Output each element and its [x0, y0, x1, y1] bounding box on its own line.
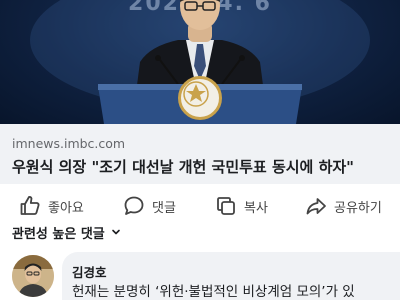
like-button[interactable]: 좋아요	[18, 186, 84, 226]
comment-sort-label: 관련성 높은 댓글	[12, 226, 105, 242]
avatar[interactable]	[12, 255, 54, 297]
comment-sort-dropdown[interactable]: 관련성 높은 댓글	[12, 222, 121, 242]
post-action-bar: 좋아요 댓글 복사 공유하기	[0, 186, 400, 226]
share-button[interactable]: 공유하기	[304, 186, 382, 226]
chevron-down-icon	[111, 229, 120, 235]
link-preview[interactable]: imnews.imbc.com 우원식 의장 "조기 대선날 개헌 국민투표 동…	[0, 124, 400, 184]
comment-bubble: 김경호 헌재는 분명히 ‘위헌·불법적인 비상계엄 모의’가 있	[62, 252, 400, 300]
share-label: 공유하기	[334, 200, 382, 216]
copy-label: 복사	[244, 200, 268, 216]
thumbs-up-icon	[20, 196, 40, 215]
copy-icon	[217, 197, 235, 215]
link-domain: imnews.imbc.com	[12, 136, 126, 151]
comment-label: 댓글	[152, 200, 176, 216]
national-assembly-seal-icon	[178, 76, 222, 120]
copy-button[interactable]: 복사	[214, 186, 268, 226]
comment-button[interactable]: 댓글	[122, 186, 176, 226]
comment-text: 헌재는 분명히 ‘위헌·불법적인 비상계엄 모의’가 있	[72, 284, 355, 300]
link-headline[interactable]: 우원식 의장 "조기 대선날 개헌 국민투표 동시에 하자"	[12, 156, 396, 177]
news-photo[interactable]: 2025. 4. 6	[0, 0, 400, 124]
like-label: 좋아요	[48, 200, 84, 216]
comment-item: 김경호 헌재는 분명히 ‘위헌·불법적인 비상계엄 모의’가 있	[0, 250, 400, 300]
share-arrow-icon	[306, 198, 326, 215]
speech-bubble-icon	[124, 196, 144, 215]
comment-author[interactable]: 김경호	[72, 262, 107, 281]
